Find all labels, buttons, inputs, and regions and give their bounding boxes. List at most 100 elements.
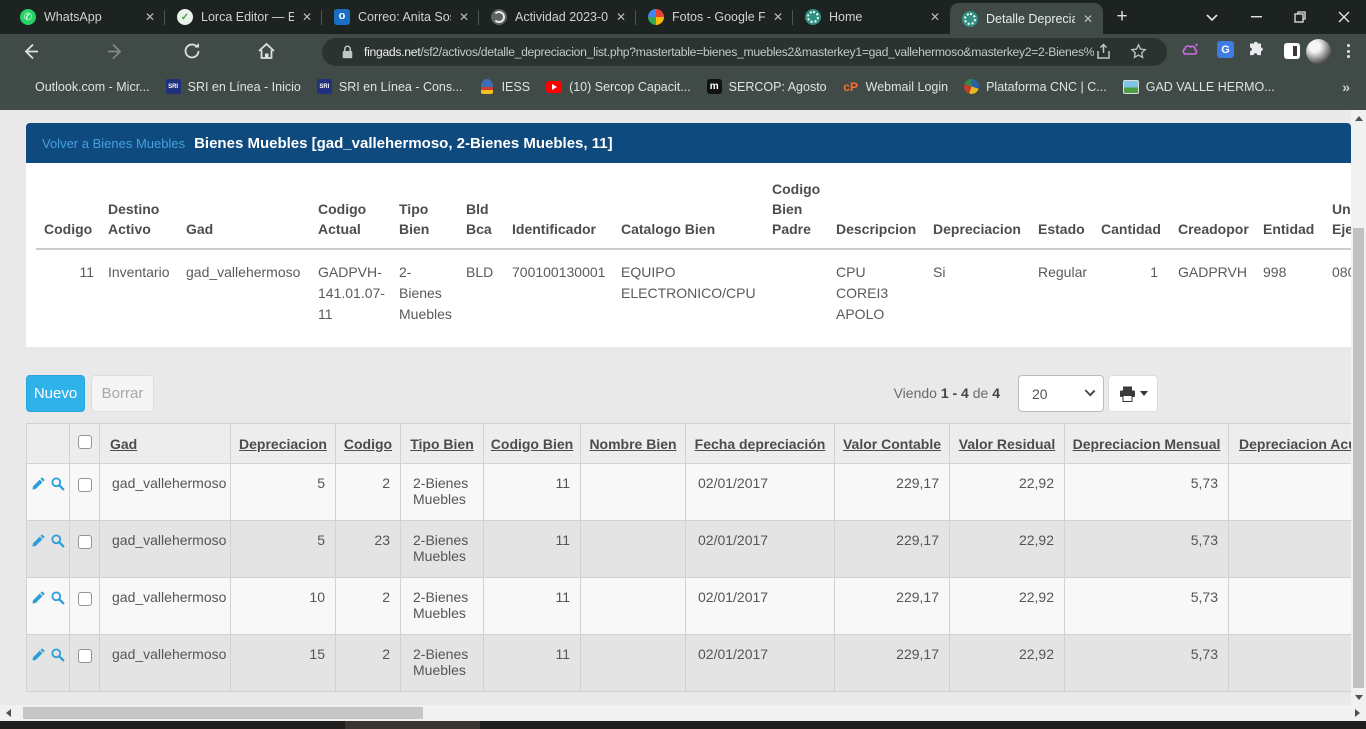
col-valor-contable[interactable]: Valor Contable xyxy=(835,424,950,464)
view-icon[interactable] xyxy=(50,476,65,494)
col-fecha-depreciacion[interactable]: Fecha depreciación xyxy=(686,424,835,464)
detail-row: gad_vallehermoso522-Bienes Muebles1102/0… xyxy=(27,464,1352,521)
home-button[interactable] xyxy=(256,41,278,63)
browser-menu-icon[interactable] xyxy=(1347,44,1350,58)
tab-search-chevron-icon[interactable] xyxy=(1190,0,1234,34)
tab-close-icon[interactable]: ✕ xyxy=(616,10,626,24)
close-window-button[interactable] xyxy=(1322,0,1366,34)
scroll-left-arrow[interactable] xyxy=(0,705,17,721)
col-codigo[interactable]: Codigo xyxy=(336,424,401,464)
edit-icon[interactable] xyxy=(31,647,46,665)
tab-actividad[interactable]: Actividad 2023-0 ✕ xyxy=(479,0,636,34)
col-unidad-ejecutora: Un Eje xyxy=(1332,163,1351,249)
borrar-button[interactable]: Borrar xyxy=(91,375,154,412)
bookmark-gad-vallehermoso[interactable]: GAD VALLE HERMO... xyxy=(1123,80,1275,94)
reload-button[interactable] xyxy=(182,41,204,63)
tab-close-icon[interactable]: ✕ xyxy=(145,10,155,24)
view-icon[interactable] xyxy=(50,647,65,665)
vertical-scrollbar[interactable] xyxy=(1351,110,1366,705)
horizontal-scroll-thumb[interactable] xyxy=(23,707,423,719)
total-text: 4 xyxy=(992,385,1000,401)
tab-correo[interactable]: Correo: Anita Sos ✕ xyxy=(322,0,479,34)
scroll-down-arrow[interactable] xyxy=(1351,689,1366,705)
cell-tipo-bien: 2-Bienes Muebles xyxy=(401,464,484,521)
tab-lorca[interactable]: Lorca Editor — El ✕ xyxy=(165,0,322,34)
tab-home[interactable]: Home ✕ xyxy=(793,0,950,34)
profile-avatar[interactable] xyxy=(1306,39,1331,64)
row-select-cell xyxy=(70,578,100,635)
row-checkbox[interactable] xyxy=(78,649,92,663)
bookmark-sercop[interactable]: mSERCOP: Agosto xyxy=(707,79,827,94)
col-valor-residual[interactable]: Valor Residual xyxy=(950,424,1065,464)
tab-title: Fotos - Google F xyxy=(672,10,765,24)
edit-icon[interactable] xyxy=(31,533,46,551)
tab-detalle-depreciacion[interactable]: Detalle Deprecia ✕ xyxy=(950,3,1103,34)
edit-icon[interactable] xyxy=(31,476,46,494)
row-checkbox[interactable] xyxy=(78,592,92,606)
share-icon[interactable] xyxy=(1095,43,1112,65)
horizontal-scrollbar[interactable] xyxy=(0,705,1366,721)
extension-darkreader-icon[interactable] xyxy=(1284,43,1300,59)
vertical-scroll-thumb[interactable] xyxy=(1353,228,1364,688)
bookmarks-overflow-chevron[interactable]: » xyxy=(1342,79,1350,95)
col-nombre-bien[interactable]: Nombre Bien xyxy=(581,424,686,464)
cell-depreciacion-mensual: 5,73 xyxy=(1065,578,1229,635)
bookmark-plataforma-cnc[interactable]: Plataforma CNC | C... xyxy=(964,79,1107,94)
row-checkbox[interactable] xyxy=(78,478,92,492)
cell-valor-contable: 229,17 xyxy=(835,578,950,635)
cell-valor-residual: 22,92 xyxy=(950,521,1065,578)
select-chevron-icon xyxy=(1085,386,1096,397)
microsoft-icon xyxy=(13,79,28,94)
bookmark-webmail[interactable]: cPWebmail Login xyxy=(843,79,948,95)
tab-close-icon[interactable]: ✕ xyxy=(302,10,312,24)
bookmark-sri-consultas[interactable]: SRISRI en Línea - Cons... xyxy=(317,79,463,94)
back-button[interactable] xyxy=(20,41,42,63)
new-tab-button[interactable]: + xyxy=(1107,2,1137,32)
row-select-cell xyxy=(70,464,100,521)
col-depreciacion-acumulada[interactable]: Depreciacion Acu xyxy=(1229,424,1352,464)
col-tipo-bien[interactable]: Tipo Bien xyxy=(401,424,484,464)
back-to-bienes-muebles-link[interactable]: Volver a Bienes Muebles xyxy=(42,136,185,151)
nuevo-button[interactable]: Nuevo xyxy=(26,375,85,412)
col-gad[interactable]: Gad xyxy=(100,424,231,464)
scroll-up-arrow[interactable] xyxy=(1351,110,1366,126)
col-codigo-bien[interactable]: Codigo Bien xyxy=(484,424,581,464)
extension-translate-icon[interactable]: G xyxy=(1217,41,1234,58)
extension-pink-icon[interactable] xyxy=(1181,41,1200,65)
view-icon[interactable] xyxy=(50,533,65,551)
cell-identificador: 700100130001 xyxy=(512,249,621,325)
tab-close-icon[interactable]: ✕ xyxy=(1083,12,1093,26)
extensions-puzzle-icon[interactable] xyxy=(1247,41,1265,64)
tab-fotos[interactable]: Fotos - Google F ✕ xyxy=(636,0,793,34)
print-button[interactable] xyxy=(1108,375,1158,412)
scroll-right-arrow[interactable] xyxy=(1349,705,1366,721)
address-bar[interactable]: fingads.net/sf2/activos/detalle_deprecia… xyxy=(322,38,1167,66)
page-size-select[interactable]: 20 xyxy=(1018,375,1104,412)
tab-close-icon[interactable]: ✕ xyxy=(459,10,469,24)
bookmark-sercop-youtube[interactable]: (10) Sercop Capacit... xyxy=(546,80,691,94)
bookmark-sri-inicio[interactable]: SRISRI en Línea - Inicio xyxy=(166,79,301,94)
row-checkbox[interactable] xyxy=(78,535,92,549)
bookmark-iess[interactable]: IESS xyxy=(479,79,531,95)
select-all-checkbox[interactable] xyxy=(78,435,92,449)
cell-nombre-bien xyxy=(581,635,686,692)
tab-close-icon[interactable]: ✕ xyxy=(773,10,783,24)
master-table: Codigo Destino Activo Gad Codigo Actual … xyxy=(36,163,1351,325)
tab-whatsapp[interactable]: WhatsApp ✕ xyxy=(8,0,165,34)
restore-button[interactable] xyxy=(1278,0,1322,34)
cell-depreciacion-mensual: 5,73 xyxy=(1065,635,1229,692)
view-icon[interactable] xyxy=(50,590,65,608)
url-domain: fingads.net xyxy=(364,45,420,59)
cell-codigo-bien: 11 xyxy=(484,578,581,635)
tab-close-icon[interactable]: ✕ xyxy=(930,10,940,24)
col-depreciacion-mensual[interactable]: Depreciacion Mensual xyxy=(1065,424,1229,464)
col-depreciacion[interactable]: Depreciacion xyxy=(231,424,336,464)
edit-icon[interactable] xyxy=(31,590,46,608)
minimize-button[interactable] xyxy=(1234,0,1278,34)
tab-title: Detalle Deprecia xyxy=(986,12,1075,26)
bookmark-label: Plataforma CNC | C... xyxy=(986,80,1107,94)
bookmark-outlook[interactable]: Outlook.com - Micr... xyxy=(13,79,150,94)
url-path: /sf2/activos/detalle_depreciacion_list.p… xyxy=(420,45,1094,59)
forward-button[interactable] xyxy=(105,41,127,63)
bookmark-star-icon[interactable] xyxy=(1130,43,1147,65)
